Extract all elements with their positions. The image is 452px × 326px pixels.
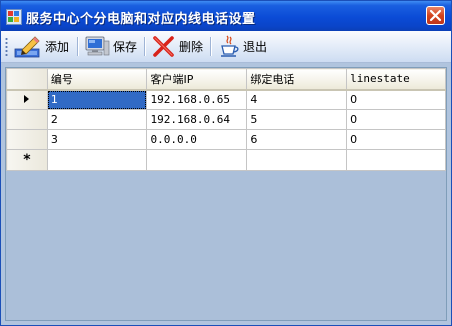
grid-cell-bound-phone[interactable]: 5 [246, 109, 348, 130]
grid-header-row: 编号 客户端IP 绑定电话 linestate [6, 68, 446, 91]
grid-cell-client-ip[interactable]: 0.0.0.0 [146, 129, 248, 150]
title-bar[interactable]: 服务中心个分电脑和对应内线电话设置 [1, 1, 451, 31]
grid-cell-linestate[interactable]: 0 [346, 109, 446, 130]
new-row-cell[interactable] [146, 149, 248, 171]
grid-corner-cell[interactable] [6, 68, 48, 91]
main-window: 服务中心个分电脑和对应内线电话设置 添加 保存 删除 退出 编号 客户端IP 绑… [0, 0, 452, 326]
new-row-asterisk-icon: * [23, 152, 31, 168]
delete-button[interactable]: 删除 [151, 34, 203, 59]
current-row-arrow-icon [24, 95, 30, 104]
row-header[interactable] [6, 109, 48, 130]
column-header-id[interactable]: 编号 [46, 68, 148, 91]
column-header-linestate[interactable]: linestate [346, 68, 446, 91]
exit-button-label: 退出 [243, 40, 268, 54]
toolbar: 添加 保存 删除 退出 [1, 31, 451, 63]
new-row[interactable]: * [6, 149, 446, 171]
table-row[interactable]: 1 192.168.0.65 4 0 [6, 89, 446, 110]
close-icon [429, 9, 442, 22]
grid-cell-id[interactable]: 1 [46, 89, 148, 110]
toolbar-separator [210, 37, 212, 56]
grid-cell-id[interactable]: 2 [46, 109, 148, 130]
red-x-icon [153, 35, 174, 57]
exit-button[interactable]: 退出 [217, 34, 267, 59]
save-button[interactable]: 保存 [83, 34, 137, 59]
computer-icon [85, 36, 110, 55]
grid-cell-client-ip[interactable]: 192.168.0.65 [146, 89, 248, 110]
new-row-header[interactable]: * [6, 149, 48, 171]
delete-button-label: 删除 [179, 40, 204, 54]
row-header[interactable] [6, 129, 48, 150]
grid-cell-client-ip[interactable]: 192.168.0.64 [146, 109, 248, 130]
java-cup-icon [221, 35, 239, 57]
table-row[interactable]: 3 0.0.0.0 6 0 [6, 129, 446, 150]
grid-cell-id[interactable]: 3 [46, 129, 148, 150]
close-button[interactable] [426, 6, 445, 25]
table-row[interactable]: 2 192.168.0.64 5 0 [6, 109, 446, 130]
new-row-cell[interactable] [346, 149, 446, 171]
new-row-cell[interactable] [246, 149, 348, 171]
grid-cell-linestate[interactable]: 0 [346, 89, 446, 110]
toolbar-separator [77, 37, 79, 56]
grid-cell-linestate[interactable]: 0 [346, 129, 446, 150]
row-header-current[interactable] [6, 89, 48, 110]
data-grid[interactable]: 编号 客户端IP 绑定电话 linestate 1 192.168.0.65 4… [5, 67, 447, 321]
grid-cell-bound-phone[interactable]: 6 [246, 129, 348, 150]
add-button-label: 添加 [45, 40, 70, 54]
grid-cell-bound-phone[interactable]: 4 [246, 89, 348, 110]
edit-pencil-icon [14, 35, 40, 57]
column-header-client-ip[interactable]: 客户端IP [146, 68, 248, 91]
toolbar-separator [144, 37, 146, 56]
column-header-bound-phone[interactable]: 绑定电话 [246, 68, 348, 91]
add-button[interactable]: 添加 [13, 34, 69, 59]
window-title: 服务中心个分电脑和对应内线电话设置 [26, 12, 256, 27]
toolbar-grip[interactable] [5, 37, 8, 57]
app-icon [6, 9, 22, 25]
save-button-label: 保存 [113, 40, 138, 54]
data-grid-table: 编号 客户端IP 绑定电话 linestate 1 192.168.0.65 4… [6, 68, 446, 171]
new-row-cell[interactable] [46, 149, 148, 171]
